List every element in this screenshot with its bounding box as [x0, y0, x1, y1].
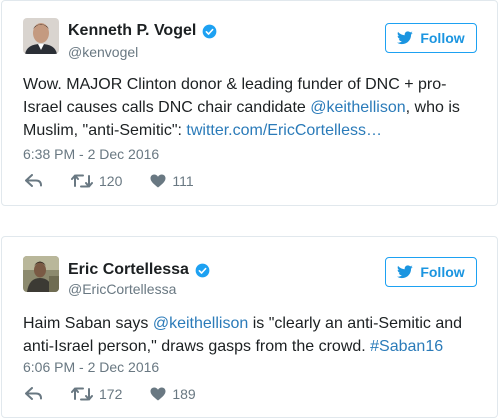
- tweet-card: Eric Cortellessa @EricCortellessa Follow…: [1, 236, 498, 418]
- timestamp[interactable]: 6:38 PM - 2 Dec 2016: [23, 146, 159, 162]
- tweet-text: Wow. MAJOR Clinton donor & leading funde…: [23, 73, 483, 142]
- like-count: 189: [172, 386, 196, 402]
- verified-badge-icon: [202, 24, 217, 38]
- twitter-bird-icon: [397, 31, 414, 45]
- retweet-count: 120: [99, 173, 123, 189]
- retweet-icon: [71, 174, 93, 188]
- reply-icon: [25, 387, 42, 400]
- action-bar: 172 189: [25, 386, 224, 402]
- verified-badge-icon: [195, 263, 210, 277]
- retweet-button[interactable]: 120: [71, 173, 122, 189]
- user-handle[interactable]: @kenvogel: [68, 44, 138, 60]
- action-bar: 120 111: [25, 173, 222, 189]
- like-button[interactable]: 189: [150, 386, 196, 402]
- follow-button[interactable]: Follow: [385, 23, 477, 53]
- retweet-button[interactable]: 172: [71, 386, 122, 402]
- retweet-icon: [71, 387, 93, 401]
- follow-button[interactable]: Follow: [385, 257, 477, 287]
- heart-icon: [150, 174, 166, 188]
- reply-icon: [25, 174, 42, 187]
- hashtag-link[interactable]: #Saban16: [370, 338, 443, 355]
- heart-icon: [150, 387, 166, 401]
- like-button[interactable]: 111: [150, 173, 194, 189]
- mention-link[interactable]: @keithellison: [310, 99, 405, 116]
- display-name[interactable]: Kenneth P. Vogel: [68, 22, 217, 40]
- avatar[interactable]: [23, 256, 59, 292]
- tweet-card: Kenneth P. Vogel @kenvogel Follow Wow. M…: [1, 0, 498, 206]
- timestamp[interactable]: 6:06 PM - 2 Dec 2016: [23, 359, 159, 375]
- reply-button[interactable]: [25, 174, 43, 188]
- tweet-text: Haim Saban says @keithellison is "clearl…: [23, 312, 483, 358]
- reply-button[interactable]: [25, 387, 43, 401]
- tweet-text-part: Haim Saban says: [23, 315, 153, 332]
- follow-label: Follow: [420, 30, 465, 46]
- user-handle[interactable]: @EricCortellessa: [68, 281, 176, 297]
- like-count: 111: [172, 173, 194, 189]
- display-name-text: Kenneth P. Vogel: [68, 22, 197, 39]
- twitter-bird-icon: [397, 265, 414, 279]
- retweet-count: 172: [99, 386, 123, 402]
- mention-link[interactable]: @keithellison: [153, 315, 248, 332]
- display-name-text: Eric Cortellessa: [68, 261, 189, 278]
- follow-label: Follow: [420, 264, 465, 280]
- avatar[interactable]: [23, 18, 59, 54]
- display-name[interactable]: Eric Cortellessa: [68, 261, 210, 279]
- url-link[interactable]: twitter.com/EricCortelless…: [186, 122, 382, 139]
